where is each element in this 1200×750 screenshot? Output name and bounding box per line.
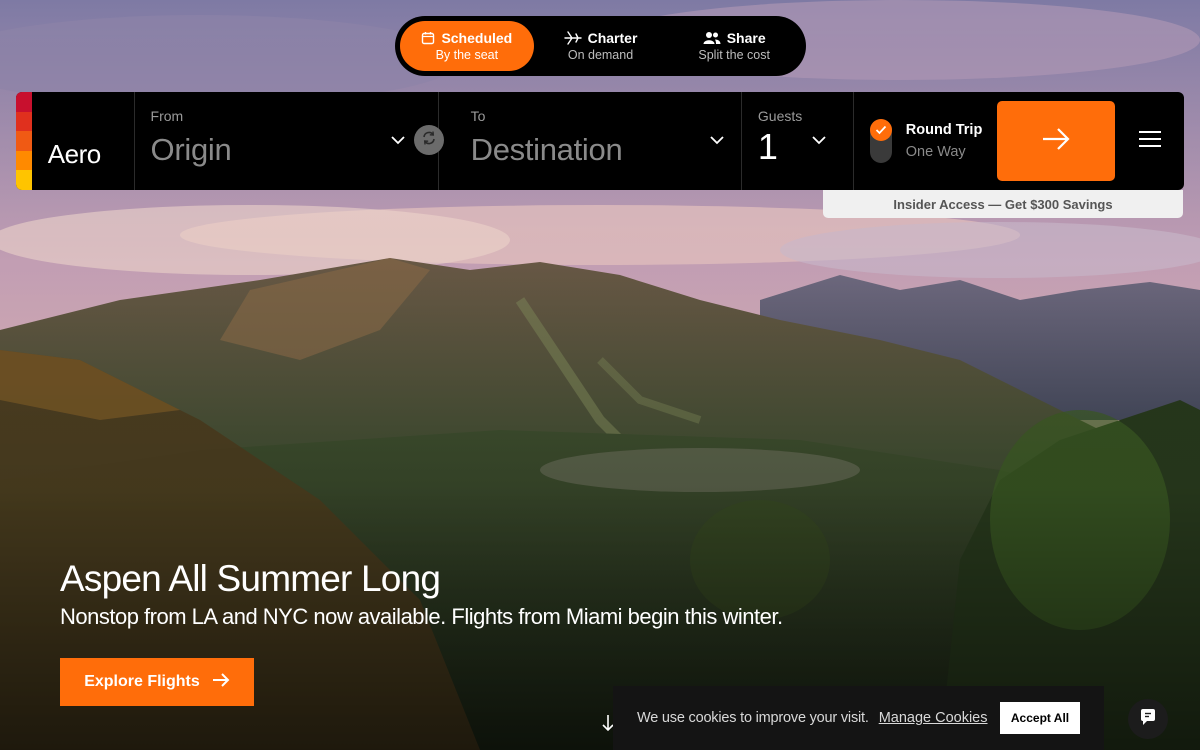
calendar-icon — [421, 31, 435, 45]
search-submit-button[interactable] — [996, 101, 1115, 181]
brand-stripe — [16, 111, 32, 132]
mode-label: Charter — [587, 30, 638, 46]
trip-option-oneway[interactable]: One Way — [906, 144, 966, 160]
origin-label: From — [150, 108, 184, 124]
mode-charter[interactable]: Charter On demand — [534, 21, 668, 71]
manage-cookies-link[interactable]: Manage Cookies — [879, 710, 988, 726]
origin-field[interactable]: From Origin — [135, 92, 439, 190]
accept-all-button[interactable]: Accept All — [1000, 702, 1080, 734]
chat-icon — [1140, 708, 1156, 731]
mode-sublabel: By the seat — [435, 48, 499, 62]
flight-search-bar: Aero From Origin To Destination Guests 1… — [16, 92, 1184, 190]
people-icon — [703, 31, 721, 45]
guests-field[interactable]: Guests 1 — [742, 92, 854, 190]
mode-label: Scheduled — [441, 30, 513, 46]
brand-stripe — [16, 170, 32, 190]
origin-input[interactable]: Origin — [151, 132, 422, 168]
hero-title: Aspen All Summer Long — [60, 558, 441, 599]
guests-label: Guests — [757, 108, 803, 124]
mode-sublabel: On demand — [567, 48, 634, 62]
brand-stripe — [16, 92, 32, 112]
hamburger-icon — [1138, 130, 1162, 153]
destination-input[interactable]: Destination — [471, 132, 725, 168]
booking-mode-toggle: Scheduled By the seat Charter On demand … — [395, 16, 806, 76]
cta-label: Explore Flights — [84, 673, 200, 690]
mode-scheduled[interactable]: Scheduled By the seat — [400, 21, 534, 71]
trip-toggle-track[interactable] — [869, 119, 892, 163]
arrow-right-icon — [1041, 127, 1071, 156]
plane-icon — [563, 31, 582, 45]
chat-button[interactable] — [1128, 699, 1168, 739]
brand-logo: Aero — [47, 139, 101, 169]
hero-subtitle: Nonstop from LA and NYC now available. F… — [60, 604, 783, 629]
brand-stripe — [16, 150, 32, 171]
brand-logo-cell[interactable]: Aero — [32, 92, 135, 190]
brand-color-stripes — [16, 92, 32, 190]
chevron-down-icon — [390, 132, 405, 150]
mode-sublabel: Split the cost — [698, 48, 770, 62]
chevron-down-icon — [709, 132, 724, 150]
destination-field[interactable]: To Destination — [439, 92, 742, 190]
trip-option-round[interactable]: Round Trip — [906, 122, 983, 138]
explore-flights-button[interactable]: Explore Flights — [60, 658, 254, 706]
check-icon — [869, 119, 892, 141]
swap-icon — [421, 130, 437, 151]
destination-label: To — [470, 108, 486, 124]
mode-label: Share — [726, 30, 766, 46]
cookie-message: We use cookies to improve your visit. — [637, 710, 869, 726]
cookie-banner: We use cookies to improve your visit. Ma… — [613, 686, 1104, 750]
chevron-down-icon — [812, 132, 826, 150]
menu-button[interactable] — [1115, 92, 1184, 190]
trip-type-toggle[interactable]: Round Trip One Way — [854, 92, 997, 190]
swap-route-button[interactable] — [414, 125, 444, 155]
brand-stripe — [16, 131, 32, 151]
insider-access-banner[interactable]: Insider Access — Get $300 Savings — [823, 190, 1183, 218]
mode-share[interactable]: Share Split the cost — [667, 21, 801, 71]
arrow-right-icon — [212, 672, 230, 693]
